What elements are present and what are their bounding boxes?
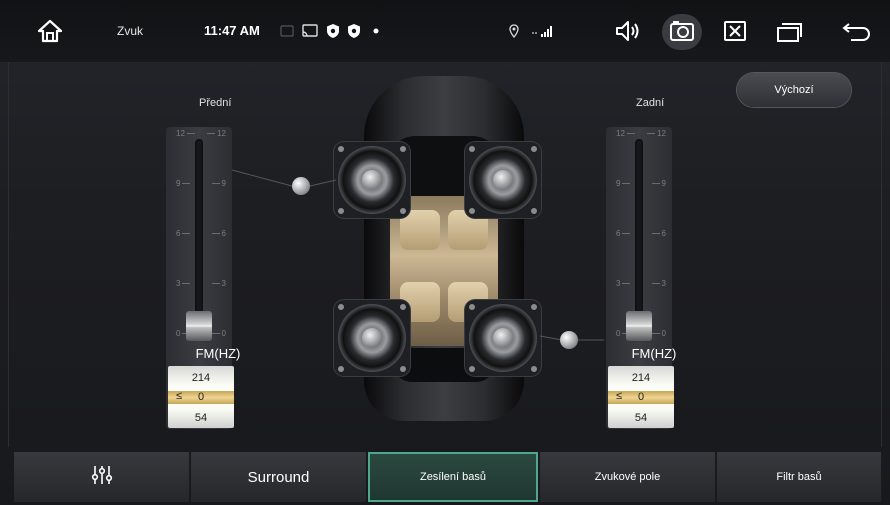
tab-bass-boost[interactable]: Zesílení basů: [368, 452, 539, 502]
tab-bass-filter-label: Filtr basů: [776, 471, 822, 483]
tab-surround[interactable]: Surround: [191, 452, 367, 502]
front-balance-handle[interactable]: [292, 177, 310, 195]
tab-bass-boost-label: Zesílení basů: [419, 471, 487, 483]
tab-surround-label: Surround: [247, 468, 310, 486]
tab-equalizer[interactable]: [14, 452, 190, 502]
sound-settings-screen: Zvuk 11:47 AM Přední 12 12 9 9 6 6 3 3 0…: [0, 0, 890, 505]
default-button[interactable]: Výchozí: [737, 73, 851, 107]
tab-sound-field-label: Zvukové pole: [594, 471, 661, 483]
tab-sound-field[interactable]: Zvukové pole: [540, 452, 716, 502]
tab-bass-filter[interactable]: Filtr basů: [717, 452, 882, 502]
equalizer-icon: [91, 464, 113, 491]
rear-balance-handle[interactable]: [560, 331, 578, 349]
bottom-tab-bar: Surround Zesílení basů Zvukové pole Filt…: [10, 452, 882, 505]
